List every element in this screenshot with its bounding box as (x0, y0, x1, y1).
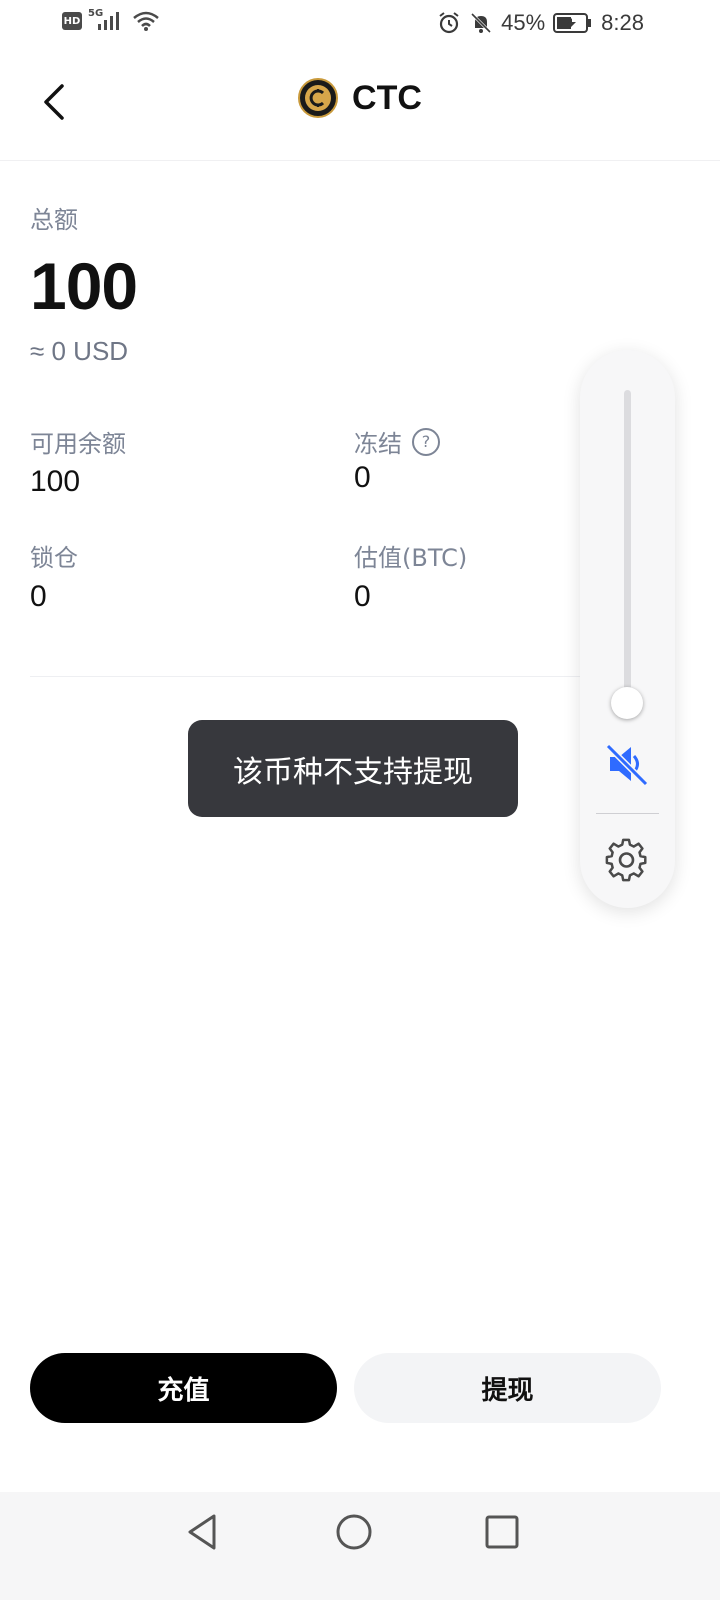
hd-badge: HD (62, 12, 82, 30)
locked-value: 0 (30, 580, 47, 613)
alarm-icon (439, 12, 459, 34)
deposit-button[interactable]: 充值 (30, 1353, 337, 1423)
status-left: HD 5G (62, 8, 160, 32)
battery-icon (553, 13, 592, 33)
recents-square-icon[interactable] (480, 1510, 524, 1554)
app-header: CTC (0, 48, 720, 161)
system-nav-bar (0, 1492, 720, 1600)
estimate-value: 0 (354, 580, 371, 613)
available-value: 100 (30, 465, 81, 498)
wifi-icon (133, 11, 159, 31)
clock: 8:28 (601, 10, 644, 35)
estimate-label: 估值(BTC) (354, 544, 468, 572)
withdraw-button[interactable]: 提现 (354, 1353, 661, 1423)
status-right: 45% 8:28 (437, 10, 644, 36)
available-label: 可用余额 (30, 430, 126, 458)
volume-mute-icon[interactable] (604, 740, 652, 788)
signal-icon: 5G (88, 8, 126, 32)
total-label: 总额 (30, 206, 78, 234)
title-group: CTC (0, 78, 720, 118)
battery-percent: 45% (501, 10, 546, 35)
home-circle-icon[interactable] (332, 1510, 376, 1554)
volume-panel (580, 350, 675, 908)
help-icon[interactable]: ? (412, 427, 440, 456)
bell-off-icon (471, 12, 492, 34)
total-value: 100 (30, 249, 138, 323)
back-triangle-icon[interactable] (182, 1510, 226, 1554)
frozen-label-group: 冻结 ? (354, 424, 440, 459)
status-bar: HD 5G 45% 8:28 (0, 0, 720, 48)
volume-slider-track[interactable] (624, 390, 631, 706)
locked-label: 锁仓 (30, 544, 78, 572)
total-usd-value: ≈ 0 USD (30, 336, 129, 366)
frozen-label: 冻结 (354, 430, 402, 458)
frozen-value: 0 (354, 461, 371, 494)
toast-message: 该币种不支持提现 (188, 720, 518, 817)
volume-panel-separator (596, 813, 659, 814)
gear-icon[interactable] (604, 838, 650, 884)
volume-slider-thumb[interactable] (611, 687, 643, 719)
coin-icon (298, 78, 339, 118)
section-divider (30, 676, 590, 677)
page-title: CTC (352, 78, 422, 117)
